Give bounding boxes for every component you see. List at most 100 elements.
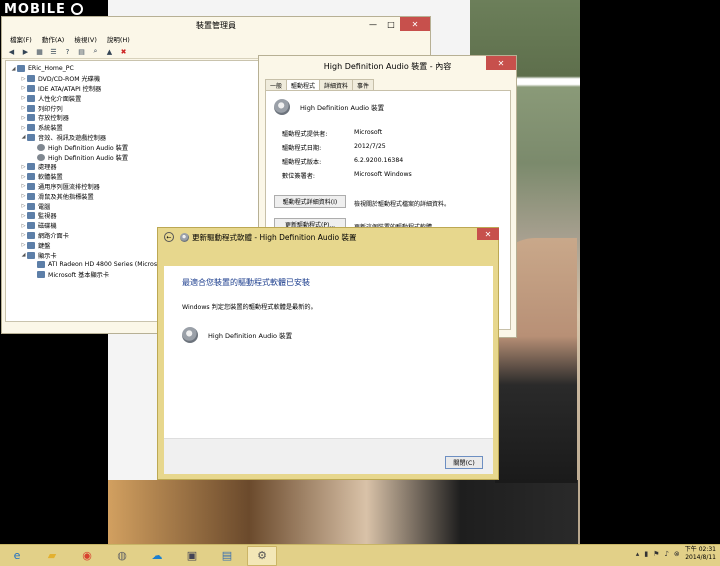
help-icon[interactable]: ? [62,47,73,57]
device-manager-titlebar[interactable]: 裝置管理員 — □ ✕ [2,17,430,33]
driver-details-button[interactable]: 驅動程式詳細資料(I) [274,195,346,208]
menu-view[interactable]: 檢視(V) [74,34,97,44]
tab-events[interactable]: 事件 [352,79,375,90]
tab-driver[interactable]: 驅動程式 [286,79,321,90]
tree-item-label: DVD/CD-ROM 光碟機 [38,76,101,84]
tree-item-label: 滑鼠及其他指標裝置 [38,193,94,201]
tree-item[interactable]: ▷ 存放控制器 [6,113,260,123]
tree-item[interactable]: ▷ 列印佇列 [6,103,260,113]
expand-arrow-icon[interactable]: ▷ [20,183,27,189]
cloud-icon[interactable]: ☁ [142,546,172,566]
update-driver-wizard[interactable]: ← 更新驅動程式軟體 - High Definition Audio 裝置 ✕ … [157,227,499,480]
expand-arrow-icon[interactable]: ▷ [20,213,27,219]
expand-arrow-icon[interactable]: ◢ [10,66,17,72]
explorer-icon[interactable]: ▰ [37,546,67,566]
network-icon[interactable]: ▮ [644,550,648,558]
back-arrow-icon[interactable]: ← [164,232,174,242]
driver-provider-value: Microsoft [354,129,383,136]
tree-item[interactable]: High Definition Audio 裝置 [6,142,260,152]
speaker-icon [182,327,198,343]
tree-item-label: 網路介面卡 [38,232,69,240]
expand-arrow-icon[interactable]: ◢ [20,134,27,140]
tree-item[interactable]: ◢ 音效、視訊及遊戲控制器 [6,133,260,143]
expand-arrow-icon[interactable]: ▷ [20,203,27,209]
tree-item[interactable]: ◢ ERic_Home_PC [6,64,260,74]
wizard-footer: 關閉(C) [164,438,493,474]
tree-item[interactable]: ▷ DVD/CD-ROM 光碟機 [6,74,260,84]
tree-item[interactable]: ▷ 人性化介面裝置 [6,93,260,103]
menu-help[interactable]: 說明(H) [107,34,130,44]
tree-item-label: 監視器 [38,213,57,221]
volume-icon[interactable]: ♪ [664,550,668,558]
tree-item-label: 列印佇列 [38,105,63,113]
expand-arrow-icon[interactable]: ▷ [20,242,27,248]
tree-item[interactable]: ▷ IDE ATA/ATAPI 控制器 [6,84,260,94]
forward-arrow-icon[interactable]: ▶ [20,47,31,57]
tree-item[interactable]: ▷ 電腦 [6,201,260,211]
menubar: 檔案(F) 動作(A) 檢視(V) 說明(H) [2,33,430,45]
tree-item[interactable]: ▷ 系統裝置 [6,123,260,133]
expand-arrow-icon[interactable]: ▷ [20,85,27,91]
minimize-button[interactable]: — [364,17,382,31]
close-button[interactable]: ✕ [400,17,430,31]
list-icon[interactable]: ☰ [48,47,59,57]
maximize-button[interactable]: □ [382,17,400,31]
tree-item-label: 軟體裝置 [38,174,63,182]
menu-file[interactable]: 檔案(F) [10,34,32,44]
devmgr-icon[interactable]: ⚙ [247,545,277,566]
wallpaper-people [108,480,578,544]
computer-icon [17,65,25,73]
window-icon[interactable]: ▣ [177,546,207,566]
tree-item[interactable]: ▷ 監視器 [6,211,260,221]
expand-arrow-icon[interactable]: ▷ [20,174,27,180]
tree-item[interactable]: ▷ 處理器 [6,162,260,172]
audio-icon [27,133,35,141]
desktop-icon[interactable]: ▤ [212,546,242,566]
expand-arrow-icon[interactable]: ◢ [20,252,27,258]
chrome-icon[interactable]: ◉ [72,546,102,566]
tab-details[interactable]: 詳細資料 [319,79,354,90]
storage-icon [27,114,35,122]
expand-arrow-icon[interactable]: ▷ [20,223,27,229]
digital-signer-label: 數位簽署者: [282,173,316,180]
clock[interactable]: 下午 02:31 2014/8/11 [685,546,716,562]
expand-arrow-icon[interactable]: ▷ [20,115,27,121]
properties-icon[interactable]: ▦ [34,47,45,57]
expand-arrow-icon[interactable]: ▷ [20,125,27,131]
tree-item[interactable]: ▷ 通用序列匯流排控制器 [6,182,260,192]
uninstall-icon[interactable]: ✖ [118,47,129,57]
display-icon [37,261,45,269]
scan-icon[interactable]: ⌕ [90,47,101,57]
view-icon[interactable]: ▤ [76,47,87,57]
tree-item-label: 音效、視訊及遊戲控制器 [38,134,107,142]
wizard-close-icon[interactable]: ✕ [477,228,499,240]
tree-item[interactable]: High Definition Audio 裝置 [6,152,260,162]
wizard-heading: 最適合您裝置的驅動程式軟體已安裝 [182,278,310,287]
expand-arrow-icon[interactable]: ▷ [20,105,27,111]
ie-icon[interactable]: e [2,546,32,566]
update-driver-icon[interactable]: ▲ [104,47,115,57]
tree-item-label: 系統裝置 [38,125,63,133]
expand-arrow-icon[interactable]: ▷ [20,193,27,199]
menu-action[interactable]: 動作(A) [42,34,65,44]
expand-arrow-icon[interactable]: ▷ [20,95,27,101]
flag-icon[interactable]: ⚑ [653,550,659,558]
properties-close-button[interactable]: ✕ [486,56,516,70]
back-arrow-icon[interactable]: ◀ [6,47,17,57]
expand-arrow-icon[interactable]: ▷ [20,76,27,82]
arrow-up-icon[interactable]: ▴ [636,550,640,558]
computer-icon [27,202,35,210]
antivirus-icon[interactable]: ⊗ [674,550,680,558]
properties-titlebar[interactable]: High Definition Audio 裝置 - 內容 ✕ [259,56,516,76]
tree-item[interactable]: ▷ 軟體裝置 [6,172,260,182]
expand-arrow-icon[interactable]: ▷ [20,164,27,170]
wizard-titlebar[interactable]: ← 更新驅動程式軟體 - High Definition Audio 裝置 [158,228,498,246]
app-icon[interactable]: ◍ [107,546,137,566]
tree-item-label: 電腦 [38,203,51,211]
expand-arrow-icon[interactable]: ▷ [20,232,27,238]
tab-general[interactable]: 一般 [265,79,288,90]
tree-item-label: 磁碟機 [38,223,57,231]
wizard-close-button[interactable]: 關閉(C) [445,456,483,469]
tree-item-label: High Definition Audio 裝置 [48,154,129,162]
tree-item[interactable]: ▷ 滑鼠及其他指標裝置 [6,191,260,201]
